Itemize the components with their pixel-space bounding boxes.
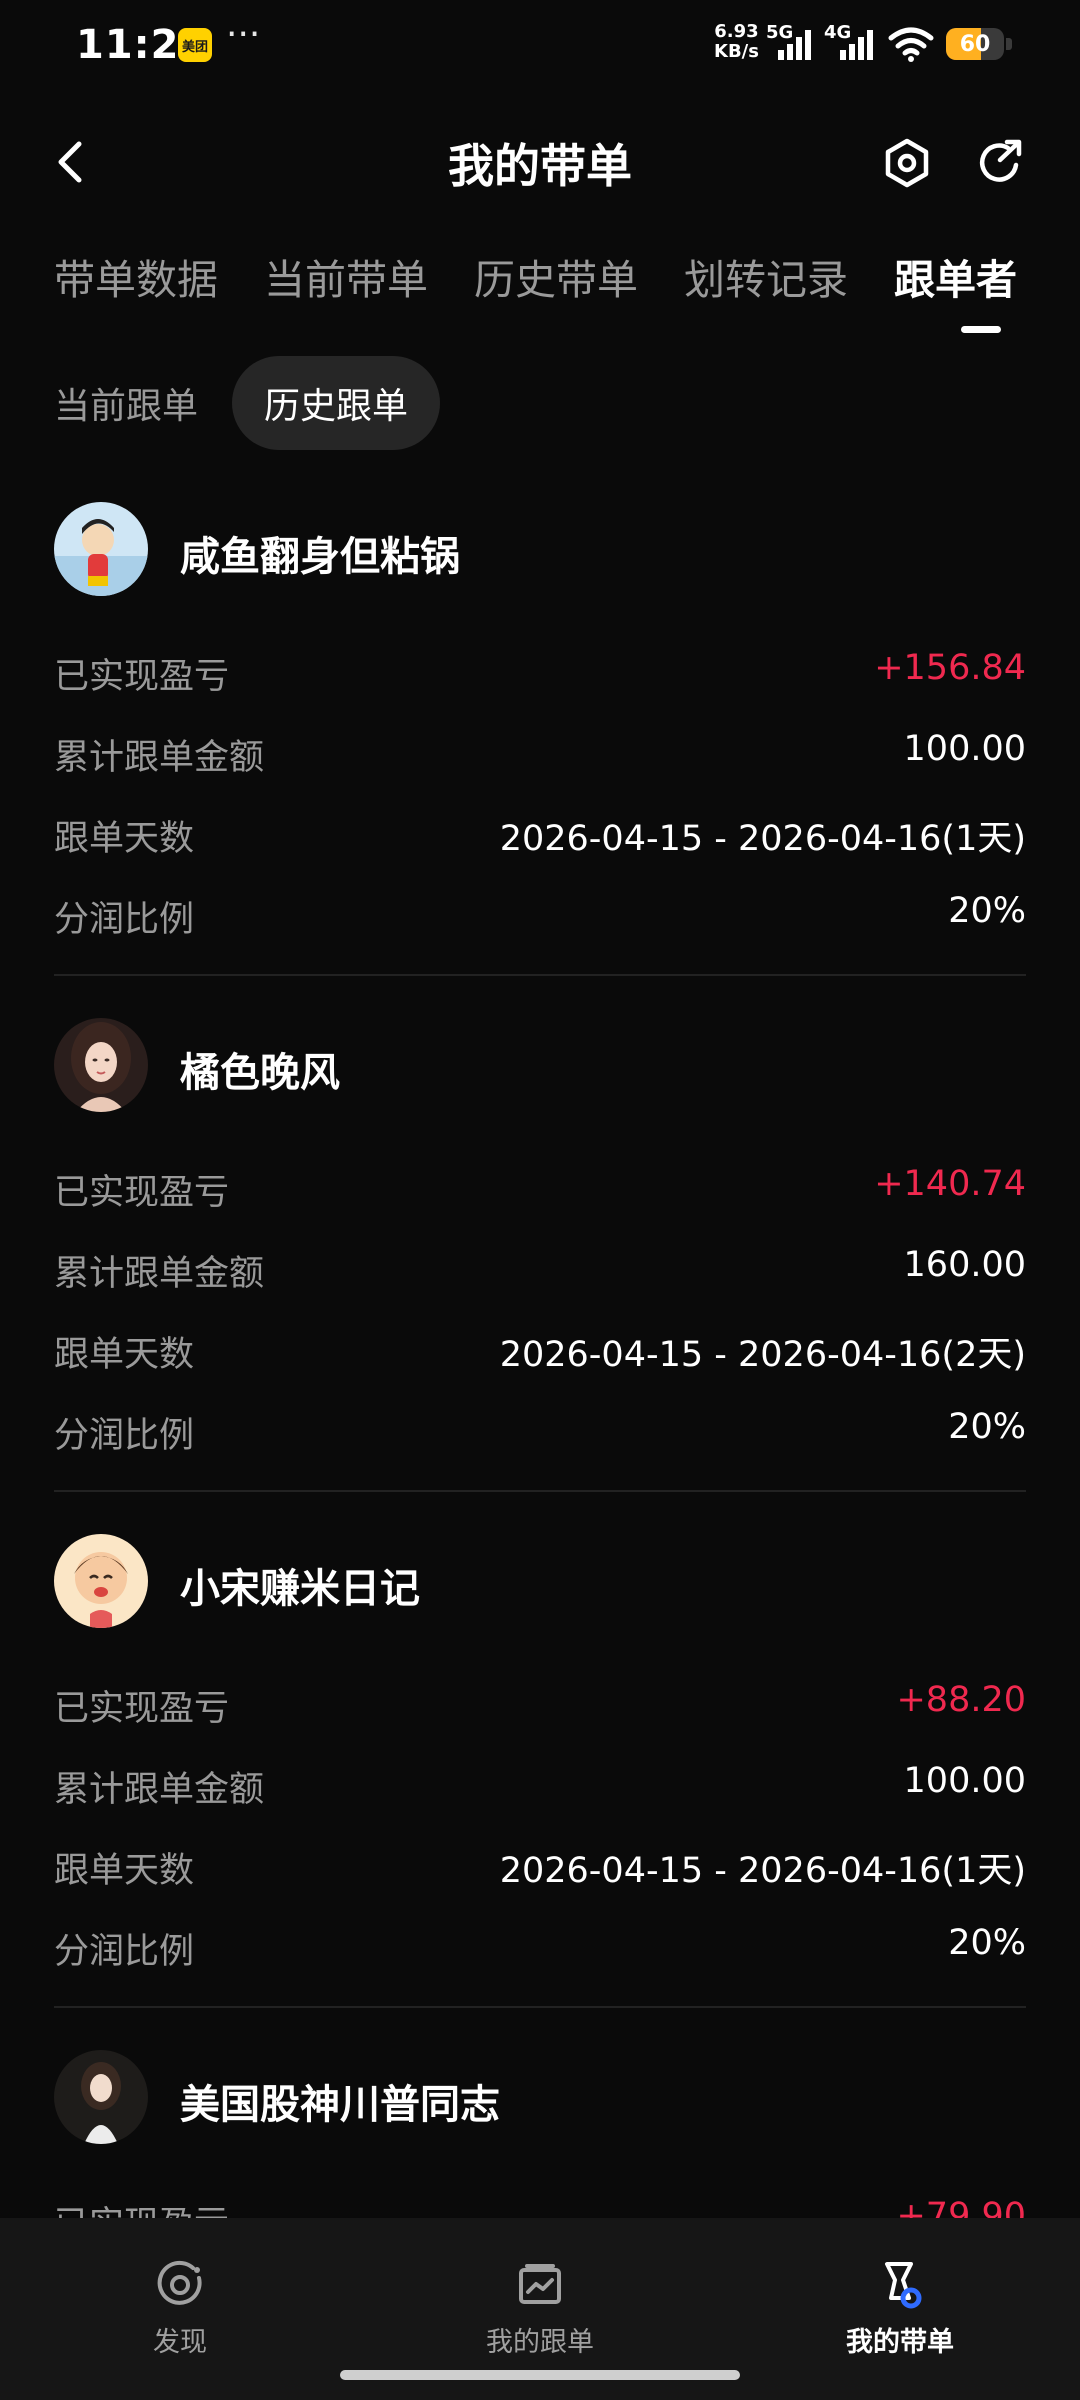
- profit-share-row: 分润比例 20%: [54, 1407, 1026, 1488]
- follower-name: 咸鱼翻身但粘锅: [180, 534, 460, 580]
- tab-transfer-records[interactable]: 划转记录: [684, 246, 848, 306]
- divider: [54, 974, 1026, 976]
- copy-trade-icon: [519, 2264, 561, 2304]
- row-label: 累计跟单金额: [54, 738, 265, 778]
- row-value: 20%: [948, 1407, 1026, 1447]
- subtab-history-follow[interactable]: 历史跟单: [232, 356, 441, 450]
- nav-label: 我的带单: [846, 2327, 954, 2358]
- avatar: [54, 1018, 148, 1112]
- avatar: [54, 2050, 148, 2144]
- row-value: +140.74: [874, 1164, 1026, 1204]
- tab-history-lead[interactable]: 历史带单: [474, 246, 638, 306]
- main-tabs: 带单数据 当前带单 历史带单 划转记录 跟单者: [0, 246, 1080, 336]
- follower-card[interactable]: 小宋赚米日记 已实现盈亏 +88.20 累计跟单金额 100.00 跟单天数 2…: [54, 1534, 1026, 2008]
- wifi-icon: [888, 27, 934, 62]
- active-tab-indicator: [961, 326, 1001, 333]
- row-value: +156.84: [874, 648, 1026, 688]
- battery-tip: [1006, 38, 1012, 50]
- row-value: 20%: [948, 1923, 1026, 1963]
- subtab-current-follow[interactable]: 当前跟单: [54, 356, 198, 450]
- nav-label: 发现: [153, 2327, 207, 2358]
- row-label: 累计跟单金额: [54, 1770, 265, 1810]
- battery-percent: 60: [959, 31, 991, 57]
- lead-trade-icon: [885, 2262, 922, 2309]
- nav-label: 我的跟单: [486, 2327, 594, 2358]
- network-speed: 6.93 KB/s: [714, 21, 759, 62]
- follower-card[interactable]: 咸鱼翻身但粘锅 已实现盈亏 +156.84 累计跟单金额 100.00 跟单天数…: [54, 502, 1026, 976]
- row-label: 已实现盈亏: [54, 657, 230, 697]
- total-follow-amount-row: 累计跟单金额 160.00: [54, 1245, 1026, 1326]
- more-notifications-icon: ···: [226, 14, 261, 55]
- status-bar: 11:23 美团 ··· 6.93 KB/s 5G 4G 60: [0, 0, 1080, 96]
- row-value: +88.20: [896, 1680, 1026, 1720]
- row-label: 累计跟单金额: [54, 1254, 265, 1294]
- nav-discover[interactable]: 发现: [80, 2258, 280, 2359]
- follower-name: 美国股神川普同志: [180, 2082, 500, 2128]
- signal-4g-icon: [840, 30, 873, 60]
- share-button[interactable]: [970, 134, 1028, 192]
- discover-icon: [157, 2260, 202, 2305]
- row-value: 20%: [948, 891, 1026, 931]
- follow-days-row: 跟单天数 2026-04-15 - 2026-04-16(1天): [54, 1842, 1026, 1923]
- realized-pnl-row: 已实现盈亏 +88.20: [54, 1680, 1026, 1761]
- tab-current-lead[interactable]: 当前带单: [264, 246, 428, 306]
- share-refresh-icon: [979, 139, 1022, 182]
- row-value: 160.00: [903, 1245, 1026, 1285]
- follower-name: 橘色晚风: [180, 1050, 340, 1096]
- total-follow-amount-row: 累计跟单金额 100.00: [54, 729, 1026, 810]
- tab-lead-data[interactable]: 带单数据: [54, 246, 218, 306]
- tab-followers[interactable]: 跟单者: [894, 246, 1017, 306]
- avatar: [54, 502, 148, 596]
- row-label: 跟单天数: [54, 1335, 195, 1375]
- row-value: 100.00: [903, 1761, 1026, 1801]
- home-indicator[interactable]: [340, 2370, 740, 2380]
- nav-my-lead[interactable]: 我的带单: [800, 2258, 1000, 2359]
- row-value: 2026-04-15 - 2026-04-16(1天): [499, 1851, 1026, 1891]
- row-label: 跟单天数: [54, 819, 195, 859]
- row-label: 分润比例: [54, 900, 195, 940]
- row-label: 已实现盈亏: [54, 1173, 230, 1213]
- realized-pnl-row: 已实现盈亏 +156.84: [54, 648, 1026, 729]
- divider: [54, 1490, 1026, 1492]
- row-label: 分润比例: [54, 1932, 195, 1972]
- follower-card[interactable]: 橘色晚风 已实现盈亏 +140.74 累计跟单金额 160.00 跟单天数 20…: [54, 1018, 1026, 1492]
- profit-share-row: 分润比例 20%: [54, 891, 1026, 972]
- settings-hexagon-icon: [885, 138, 929, 188]
- total-follow-amount-row: 累计跟单金额 100.00: [54, 1761, 1026, 1842]
- row-value: 2026-04-15 - 2026-04-16(2天): [499, 1335, 1026, 1375]
- row-label: 跟单天数: [54, 1851, 195, 1891]
- follow-days-row: 跟单天数 2026-04-15 - 2026-04-16(1天): [54, 810, 1026, 891]
- app-header: 我的带单: [0, 120, 1080, 206]
- profit-share-row: 分润比例 20%: [54, 1923, 1026, 2004]
- divider: [54, 2006, 1026, 2008]
- signal-5g-icon: [778, 30, 811, 60]
- follow-days-row: 跟单天数 2026-04-15 - 2026-04-16(2天): [54, 1326, 1026, 1407]
- avatar: [54, 1534, 148, 1628]
- nav-my-follow[interactable]: 我的跟单: [440, 2258, 640, 2359]
- row-label: 已实现盈亏: [54, 1689, 230, 1729]
- row-value: 2026-04-15 - 2026-04-16(1天): [499, 819, 1026, 859]
- battery-icon: 60: [946, 28, 1004, 60]
- meituan-notification-icon: 美团: [178, 28, 212, 62]
- follower-card[interactable]: 美国股神川普同志 已实现盈亏 +79.90: [54, 2050, 1026, 2245]
- follower-name: 小宋赚米日记: [180, 1566, 420, 1612]
- row-label: 分润比例: [54, 1416, 195, 1456]
- row-value: 100.00: [903, 729, 1026, 769]
- settings-button[interactable]: [878, 134, 936, 192]
- realized-pnl-row: 已实现盈亏 +140.74: [54, 1164, 1026, 1245]
